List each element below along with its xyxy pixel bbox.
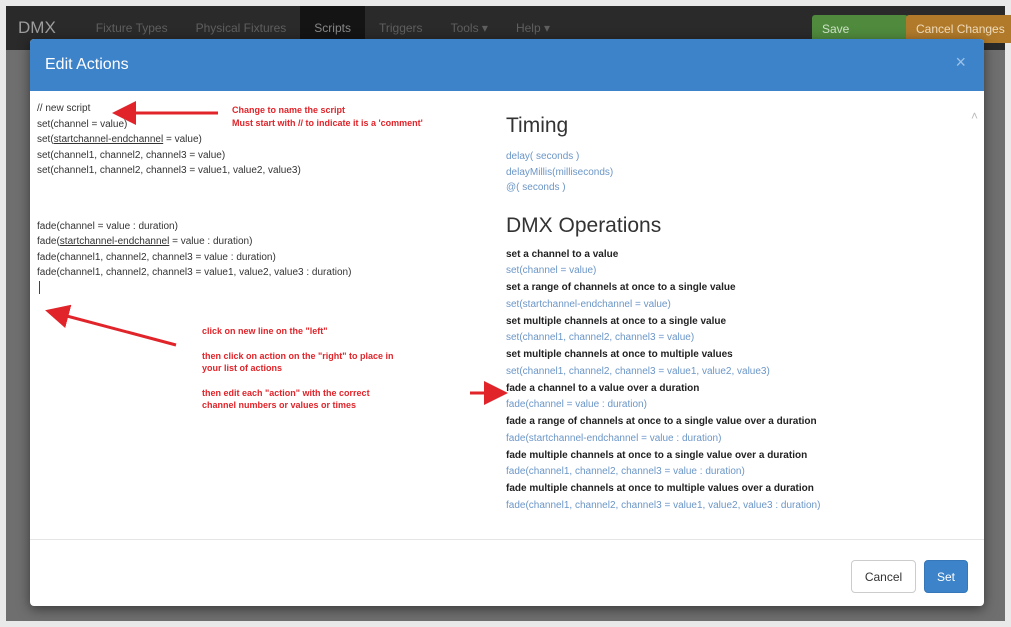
- arrow-to-new-line: [45, 304, 177, 347]
- annotation-arrows: [45, 101, 508, 405]
